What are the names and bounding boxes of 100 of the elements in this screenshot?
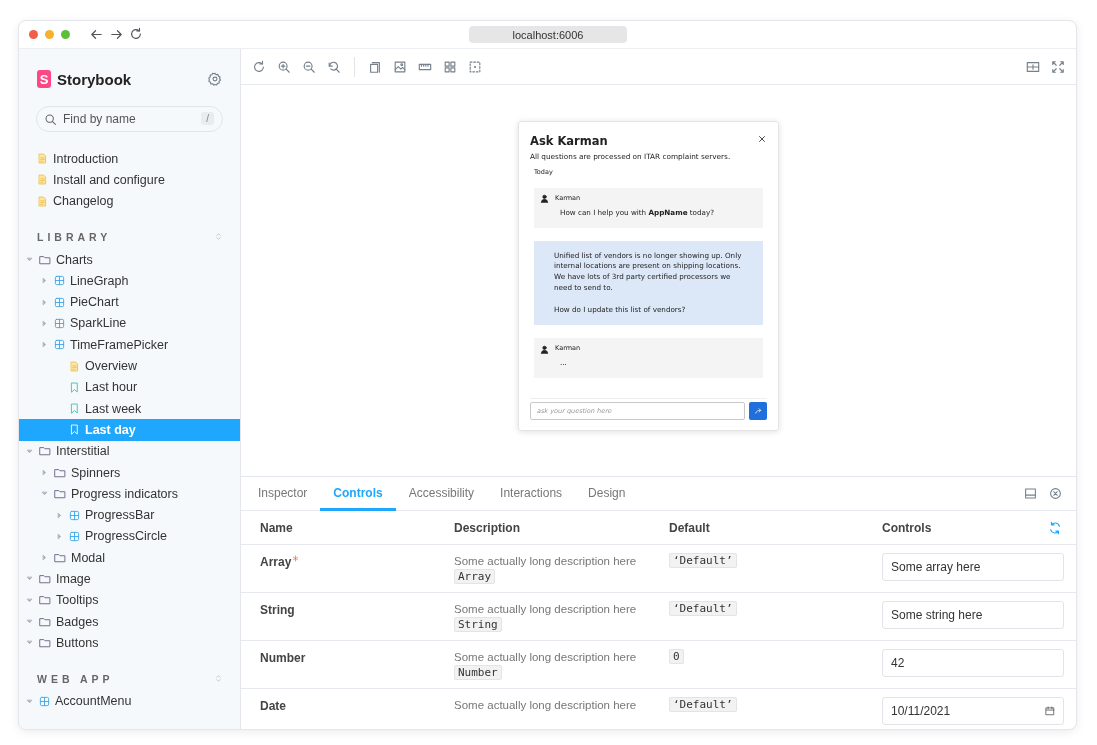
tree-item[interactable]: Progress indicators: [19, 483, 240, 505]
component-icon: [69, 509, 80, 521]
nav-item[interactable]: Changelog: [19, 190, 240, 212]
component-frame-icon[interactable]: [368, 59, 382, 74]
folder-icon: [39, 615, 51, 628]
default-value: ‘Default’: [669, 553, 737, 568]
reload-icon[interactable]: [129, 27, 143, 41]
tree-item[interactable]: Image: [19, 568, 240, 590]
tree-item[interactable]: Charts: [19, 248, 240, 271]
property-description: Some actually long description here: [454, 699, 637, 711]
section-heading[interactable]: WEB APP: [37, 672, 114, 685]
grid-icon[interactable]: [443, 59, 457, 74]
tree-item[interactable]: Buttons: [19, 632, 240, 654]
nav-item[interactable]: Introduction: [19, 148, 240, 170]
column-header: Name: [260, 520, 294, 535]
brand-name: Storybook: [57, 70, 133, 88]
text-field[interactable]: Some array here: [882, 553, 1064, 581]
tree-item[interactable]: Last hour: [19, 376, 240, 398]
bookmark-icon: [69, 403, 80, 415]
tree-item[interactable]: ProgressBar: [19, 504, 240, 526]
default-value: 0: [669, 649, 684, 664]
panel-layout-icon[interactable]: [1024, 487, 1037, 500]
dialog-title: Ask Karman: [530, 134, 608, 148]
logo: S: [37, 70, 51, 88]
window-close-button[interactable]: [29, 30, 38, 39]
tree-item[interactable]: AccountMenu: [19, 690, 240, 712]
close-icon[interactable]: [757, 134, 767, 144]
component-icon: [69, 530, 80, 542]
tree-item[interactable]: Interstitial: [19, 440, 240, 462]
panel-tab[interactable]: Accessibility: [395, 477, 488, 511]
send-button[interactable]: [749, 402, 767, 420]
text-field[interactable]: Some string here: [882, 601, 1064, 629]
bookmark-icon: [69, 424, 80, 436]
reload-icon[interactable]: [252, 59, 266, 74]
image-icon[interactable]: [393, 59, 407, 74]
forward-icon[interactable]: [109, 27, 124, 42]
addons-panel-icon[interactable]: [1026, 59, 1040, 74]
section-heading[interactable]: LIBRARY: [37, 230, 112, 243]
zoom-in-icon[interactable]: [277, 59, 291, 74]
folder-icon: [39, 253, 51, 266]
property-name: Date: [260, 699, 286, 713]
close-circle-icon[interactable]: [1049, 487, 1062, 500]
shortcut-key: /: [201, 112, 214, 125]
document-icon: [37, 195, 48, 207]
tree-item[interactable]: Spinners: [19, 461, 240, 484]
text-field[interactable]: 42: [882, 649, 1064, 677]
settings-icon[interactable]: [208, 72, 222, 86]
default-value: ‘Default’: [669, 697, 737, 712]
folder-icon: [39, 594, 51, 607]
window-maximize-button[interactable]: [61, 30, 70, 39]
property-description: Some actually long description here: [454, 603, 637, 615]
tree-item[interactable]: TimeFramePicker: [19, 334, 240, 356]
tree-item[interactable]: Tooltips: [19, 589, 240, 611]
property-description: Some actually long description here: [454, 555, 637, 567]
person-icon: [540, 344, 549, 354]
component-icon: [54, 296, 65, 308]
tree-item[interactable]: LineGraph: [19, 270, 240, 292]
tree-item[interactable]: Last week: [19, 397, 240, 420]
nav-item[interactable]: Install and configure: [19, 169, 240, 191]
tree-item[interactable]: SparkLine: [19, 312, 240, 335]
search-icon: [44, 113, 57, 126]
url-bar[interactable]: localhost:6006: [469, 26, 627, 43]
send-arrow-icon: [753, 406, 763, 416]
column-header: Default: [669, 520, 711, 535]
fullscreen-icon[interactable]: [1051, 59, 1065, 74]
person-icon: [540, 194, 549, 204]
panel-tab[interactable]: Design: [575, 477, 639, 511]
panel-tab[interactable]: Inspector: [245, 477, 321, 511]
date-field[interactable]: 10/11/2021: [882, 697, 1064, 725]
document-icon: [69, 360, 80, 372]
component-icon: [54, 317, 65, 329]
outline-icon[interactable]: [468, 59, 482, 74]
zoom-out-icon[interactable]: [302, 59, 316, 74]
folder-icon: [39, 445, 51, 458]
property-description: Some actually long description here: [454, 651, 637, 663]
component-icon: [54, 275, 65, 287]
calendar-icon: [1045, 706, 1055, 716]
column-header: Controls: [882, 520, 932, 535]
property-name: Array: [260, 555, 292, 569]
property-name: String: [260, 603, 295, 617]
tree-item[interactable]: Badges: [19, 610, 240, 633]
type-tag: Number: [454, 665, 502, 680]
zoom-reset-icon[interactable]: [327, 59, 341, 74]
default-value: ‘Default’: [669, 601, 737, 616]
panel-tab[interactable]: Interactions: [487, 477, 576, 511]
folder-icon: [39, 636, 51, 649]
tree-item[interactable]: Overview: [19, 355, 240, 377]
component-icon: [39, 695, 50, 707]
type-tag: Array: [454, 569, 496, 584]
tree-item[interactable]: ProgressCircle: [19, 525, 240, 548]
document-icon: [37, 153, 48, 165]
tree-item[interactable]: PieChart: [19, 291, 240, 313]
folder-icon: [54, 551, 66, 564]
folder-icon: [54, 487, 66, 500]
type-tag: String: [454, 617, 502, 632]
back-icon[interactable]: [89, 27, 104, 42]
folder-icon: [39, 573, 51, 585]
tree-item[interactable]: Modal: [19, 547, 240, 569]
reset-icon[interactable]: [1048, 520, 1062, 535]
column-header: Description: [454, 520, 521, 535]
